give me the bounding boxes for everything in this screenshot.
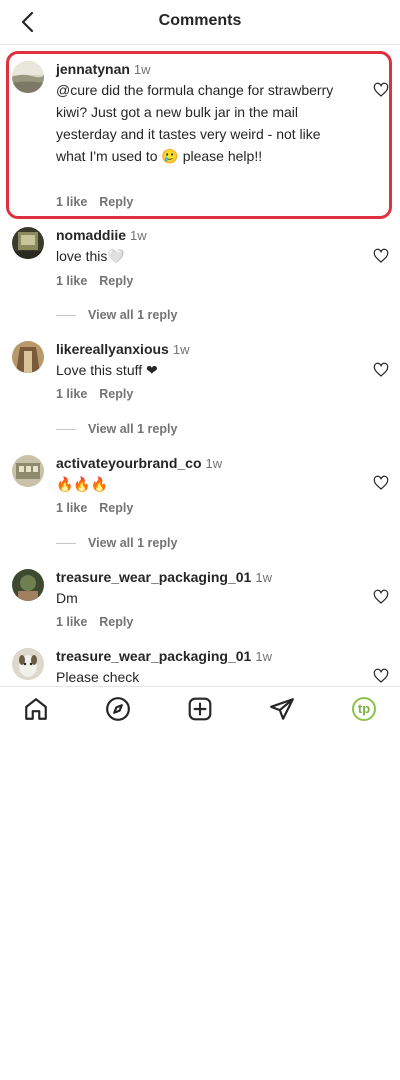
comment-meta: 1 like Reply [56, 274, 133, 288]
comment-header: treasure_wear_packaging_01 1w [56, 648, 272, 664]
avatar[interactable] [12, 61, 44, 93]
avatar[interactable] [12, 569, 44, 601]
like-count[interactable]: 1 like [56, 615, 87, 629]
comment-text: 🔥🔥🔥 [56, 476, 109, 492]
comment-header: nomaddiie 1w [56, 227, 147, 243]
page-title: Comments [158, 12, 242, 29]
divider [56, 315, 76, 317]
comment-header: activateyourbrand_co 1w [56, 455, 222, 471]
avatar[interactable] [12, 341, 44, 373]
comment-text: Dm [56, 590, 78, 606]
comment-text: Please check [56, 669, 140, 685]
divider [56, 429, 76, 431]
comment-meta: 1 like Reply [56, 387, 133, 401]
comment-text: Love this stuff ❤ [56, 362, 158, 378]
heart-icon[interactable] [373, 475, 389, 491]
username[interactable]: treasure_wear_packaging_01 [56, 648, 251, 664]
reply-button[interactable]: Reply [99, 195, 133, 209]
like-count[interactable]: 1 like [56, 195, 87, 209]
username[interactable]: jennatynan [56, 61, 130, 77]
reply-button[interactable]: Reply [99, 387, 133, 401]
comment-header: treasure_wear_packaging_01 1w [56, 569, 272, 585]
timestamp: 1w [205, 456, 223, 471]
timestamp: 1w [133, 62, 151, 77]
explore-compass-icon[interactable] [105, 696, 131, 722]
username[interactable]: treasure_wear_packaging_01 [56, 569, 251, 585]
header: Comments [0, 0, 400, 45]
bottom-tab-bar: tp [0, 686, 400, 731]
timestamp: 1w [172, 342, 190, 357]
comment-list[interactable]: jennatynan 1w @cure did the formula chang… [0, 45, 400, 685]
comment-meta: 1 like Reply [56, 195, 133, 209]
heart-icon[interactable] [373, 248, 389, 264]
view-replies-button[interactable]: View all 1 reply [56, 536, 177, 550]
timestamp: 1w [255, 649, 272, 664]
comment-header: jennatynan 1w [56, 61, 151, 77]
home-icon[interactable] [23, 696, 49, 722]
reply-button[interactable]: Reply [99, 274, 133, 288]
avatar[interactable] [12, 648, 44, 680]
view-replies-button[interactable]: View all 1 reply [56, 308, 177, 322]
avatar[interactable] [12, 455, 44, 487]
profile-avatar[interactable]: tp [352, 697, 376, 721]
create-plus-icon[interactable] [187, 696, 213, 722]
heart-icon[interactable] [373, 589, 389, 605]
reply-button[interactable]: Reply [99, 501, 133, 515]
username[interactable]: nomaddiie [56, 227, 126, 243]
divider [56, 543, 76, 545]
username[interactable]: activateyourbrand_co [56, 455, 202, 471]
like-count[interactable]: 1 like [56, 387, 87, 401]
comment-text: love this🤍 [56, 248, 125, 264]
like-count[interactable]: 1 like [56, 501, 87, 515]
comment-meta: 1 like Reply [56, 501, 133, 515]
timestamp: 1w [130, 228, 147, 243]
view-replies-button[interactable]: View all 1 reply [56, 422, 177, 436]
comment-meta: 1 like Reply [56, 615, 133, 629]
direct-send-icon[interactable] [269, 696, 295, 722]
avatar[interactable] [12, 227, 44, 259]
timestamp: 1w [255, 570, 272, 585]
reply-button[interactable]: Reply [99, 615, 133, 629]
comment-text: @cure did the formula change for strawbe… [56, 82, 334, 164]
comment-header: likereallyanxious 1w [56, 341, 189, 357]
heart-icon[interactable] [373, 362, 389, 378]
heart-icon[interactable] [373, 82, 389, 98]
like-count[interactable]: 1 like [56, 274, 87, 288]
heart-icon[interactable] [373, 668, 389, 684]
username[interactable]: likereallyanxious [56, 341, 169, 357]
